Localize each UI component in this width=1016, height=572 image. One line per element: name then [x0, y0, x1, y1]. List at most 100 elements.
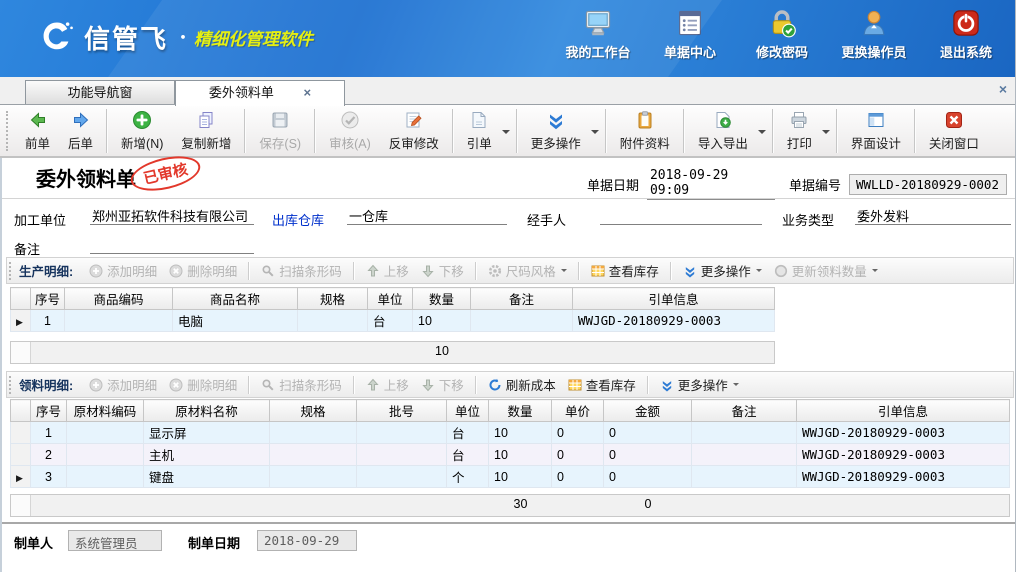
column-header[interactable]: 商品名称	[173, 288, 298, 310]
cell-unit[interactable]: 台	[447, 444, 489, 466]
cell-spec[interactable]	[270, 444, 357, 466]
mat-refresh-cost-button[interactable]: 刷新成本	[482, 373, 562, 396]
mat-view-stock-button[interactable]: 查看库存	[562, 373, 642, 396]
save-button[interactable]: 保存(S)	[250, 107, 310, 155]
dropdown-caret-icon[interactable]	[758, 130, 766, 138]
prod-more-operations-button[interactable]: 更多操作	[677, 259, 768, 282]
column-header[interactable]: 引单信息	[797, 400, 1010, 422]
prod-view-stock-button[interactable]: 查看库存	[585, 259, 665, 282]
prod-update-qty-button[interactable]: 更新领料数量	[768, 259, 884, 282]
biztype-field[interactable]: 委外发料	[855, 206, 1011, 225]
table-row[interactable]: 2 主机 台 10 0 0 WWJGD-20180929-0003	[11, 444, 1010, 466]
row-selector[interactable]	[11, 444, 31, 466]
column-header[interactable]: 原材料编码	[67, 400, 144, 422]
nav-exit-system[interactable]: 退出系统	[927, 8, 1005, 61]
cell-remark[interactable]	[692, 444, 797, 466]
mat-move-down-button[interactable]: 下移	[415, 373, 470, 396]
tab-function-navigator[interactable]: 功能导航窗	[25, 80, 175, 105]
cell-ref-info[interactable]: WWJGD-20180929-0003	[797, 444, 1010, 466]
column-header[interactable]: 引单信息	[573, 288, 775, 310]
cell-amount[interactable]: 0	[604, 466, 692, 488]
nav-change-password[interactable]: 修改密码	[743, 8, 821, 61]
table-row[interactable]: 1 显示屏 台 10 0 0 WWJGD-20180929-0003	[11, 422, 1010, 444]
cell-material-name[interactable]: 显示屏	[144, 422, 270, 444]
mat-more-operations-button[interactable]: 更多操作	[654, 373, 745, 396]
reference-doc-button[interactable]: 引单	[458, 107, 501, 155]
handler-field[interactable]	[600, 206, 762, 225]
processor-field[interactable]: 郑州亚拓软件科技有限公司	[90, 206, 254, 225]
more-operations-button[interactable]: 更多操作	[522, 107, 590, 155]
column-header[interactable]: 单位	[368, 288, 413, 310]
reverse-audit-button[interactable]: 反审修改	[380, 107, 448, 155]
dropdown-caret-icon[interactable]	[822, 130, 830, 138]
cell-seq[interactable]: 3	[31, 466, 67, 488]
cell-product-name[interactable]: 电脑	[173, 310, 298, 332]
nav-my-workbench[interactable]: 我的工作台	[559, 8, 637, 61]
cell-spec[interactable]	[270, 466, 357, 488]
column-header[interactable]: 单价	[552, 400, 604, 422]
cell-seq[interactable]: 2	[31, 444, 67, 466]
cell-price[interactable]: 0	[552, 466, 604, 488]
attachments-button[interactable]: 附件资料	[611, 107, 679, 155]
cell-product-code[interactable]	[65, 310, 173, 332]
tab-outsourcing-requisition[interactable]: 委外领料单 ×	[175, 80, 345, 106]
mat-move-up-button[interactable]: 上移	[360, 373, 415, 396]
import-export-button[interactable]: 导入导出	[689, 107, 757, 155]
column-header[interactable]: 规格	[298, 288, 368, 310]
cell-price[interactable]: 0	[552, 444, 604, 466]
column-header[interactable]: 序号	[31, 288, 65, 310]
prod-add-detail-button[interactable]: 添加明细	[83, 259, 163, 282]
pane-close-icon[interactable]: ×	[999, 81, 1007, 97]
cell-unit[interactable]: 个	[447, 466, 489, 488]
cell-amount[interactable]: 0	[604, 422, 692, 444]
audit-button[interactable]: 审核(A)	[320, 107, 380, 155]
row-selector[interactable]: ▶	[11, 310, 31, 332]
cell-remark[interactable]	[471, 310, 573, 332]
next-doc-button[interactable]: 后单	[59, 107, 102, 155]
cell-qty[interactable]: 10	[489, 422, 552, 444]
cell-qty[interactable]: 10	[489, 444, 552, 466]
cell-qty[interactable]: 10	[489, 466, 552, 488]
dropdown-caret-icon[interactable]	[502, 130, 510, 138]
cell-unit[interactable]: 台	[447, 422, 489, 444]
column-header[interactable]: 数量	[489, 400, 552, 422]
warehouse-field[interactable]: 一仓库	[347, 206, 507, 225]
cell-material-code[interactable]	[67, 466, 144, 488]
prod-size-style-button[interactable]: 尺码风格	[482, 259, 573, 282]
cell-seq[interactable]: 1	[31, 310, 65, 332]
close-window-button[interactable]: 关闭窗口	[920, 107, 988, 155]
column-header[interactable]: 商品编码	[65, 288, 173, 310]
doc-date-field[interactable]: 2018-09-29 09:09	[647, 168, 775, 200]
cell-material-code[interactable]	[67, 422, 144, 444]
cell-spec[interactable]	[270, 422, 357, 444]
column-header[interactable]: 序号	[31, 400, 67, 422]
new-button[interactable]: 新增(N)	[112, 107, 172, 155]
nav-switch-operator[interactable]: 更换操作员	[835, 8, 913, 61]
remark-field[interactable]	[90, 235, 254, 254]
dropdown-caret-icon[interactable]	[591, 130, 599, 138]
cell-amount[interactable]: 0	[604, 444, 692, 466]
row-selector[interactable]	[11, 422, 31, 444]
cell-ref-info[interactable]: WWJGD-20180929-0003	[797, 422, 1010, 444]
nav-document-center[interactable]: 单据中心	[651, 8, 729, 61]
column-header[interactable]: 单位	[447, 400, 489, 422]
table-row[interactable]: ▶ 1 电脑 台 10 WWJGD-20180929-0003	[11, 310, 775, 332]
cell-material-name[interactable]: 主机	[144, 444, 270, 466]
column-header[interactable]: 批号	[357, 400, 447, 422]
cell-qty[interactable]: 10	[413, 310, 471, 332]
column-header[interactable]: 备注	[471, 288, 573, 310]
prod-move-up-button[interactable]: 上移	[360, 259, 415, 282]
mat-add-detail-button[interactable]: 添加明细	[83, 373, 163, 396]
cell-batch[interactable]	[357, 444, 447, 466]
ui-design-button[interactable]: 界面设计	[842, 107, 910, 155]
column-header[interactable]: 原材料名称	[144, 400, 270, 422]
copy-new-button[interactable]: 复制新增	[172, 107, 240, 155]
tab-close-icon[interactable]: ×	[304, 81, 312, 104]
warehouse-link-label[interactable]: 出库仓库	[272, 210, 324, 229]
column-header[interactable]: 金额	[604, 400, 692, 422]
cell-price[interactable]: 0	[552, 422, 604, 444]
prod-move-down-button[interactable]: 下移	[415, 259, 470, 282]
cell-batch[interactable]	[357, 422, 447, 444]
prod-delete-detail-button[interactable]: 删除明细	[163, 259, 243, 282]
cell-ref-info[interactable]: WWJGD-20180929-0003	[797, 466, 1010, 488]
